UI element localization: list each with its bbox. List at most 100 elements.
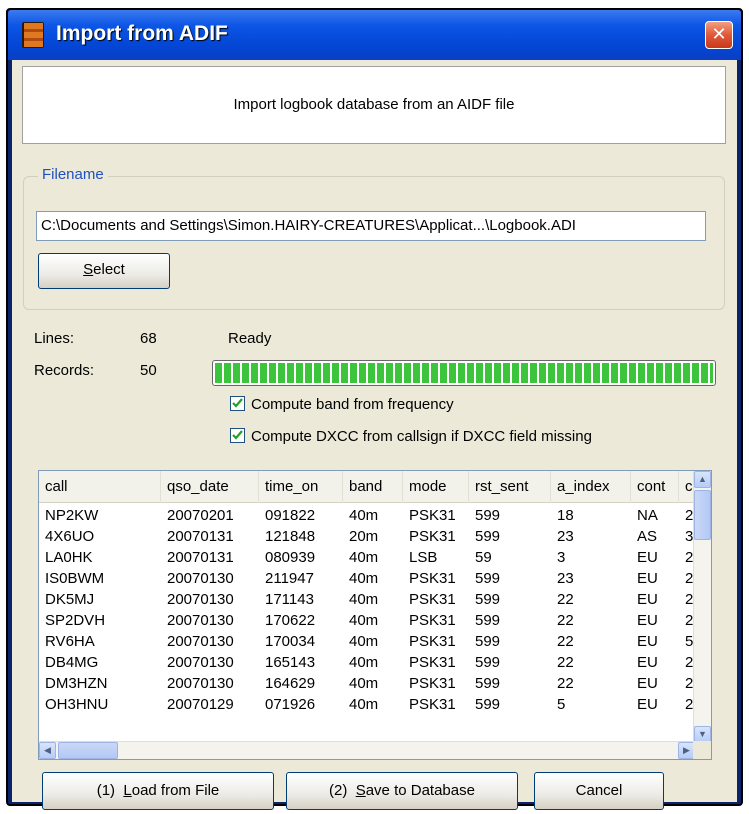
status-text: Ready — [228, 330, 272, 347]
column-header[interactable]: mode — [403, 471, 469, 503]
table-cell: 22 — [557, 654, 574, 671]
table-cell: PSK31 — [409, 507, 456, 524]
table-cell: DB4MG — [45, 654, 99, 671]
table-row[interactable]: OH3HNU 20070129 071926 40m PSK31 599 5 EU 2 — [39, 694, 695, 715]
save-hotkey: S — [355, 782, 366, 799]
table-cell: DK5MJ — [45, 591, 95, 608]
lines-value: 68 — [140, 330, 157, 347]
title-bar[interactable]: Import from ADIF ✕ — [8, 10, 741, 60]
table-cell: PSK31 — [409, 654, 456, 671]
table-cell: EU — [637, 696, 658, 713]
table-row[interactable]: DK5MJ 20070130 171143 40m PSK31 599 22 EU 2 — [39, 589, 695, 610]
table-cell: EU — [637, 654, 658, 671]
checkmark-icon — [230, 396, 245, 411]
table-cell: PSK31 — [409, 612, 456, 629]
table-cell: 4X6UO — [45, 528, 95, 545]
table-cell: 40m — [349, 570, 379, 587]
load-hotkey: L — [123, 782, 132, 799]
table-row[interactable]: NP2KW 20070201 091822 40m PSK31 599 18 NA 2 — [39, 505, 695, 526]
scroll-left-icon[interactable]: ◀ — [39, 742, 56, 759]
table-cell: SP2DVH — [45, 612, 106, 629]
table-cell: 20070201 — [167, 507, 234, 524]
table-row[interactable]: DM3HZN 20070130 164629 40m PSK31 599 22 EU 2 — [39, 673, 695, 694]
table-cell: 599 — [475, 507, 501, 524]
table-cell: NA — [637, 507, 658, 524]
select-button[interactable]: Select — [38, 253, 170, 289]
hscroll-thumb[interactable] — [58, 742, 118, 759]
table-cell: 40m — [349, 612, 379, 629]
horizontal-scrollbar[interactable]: ◀ ▶ — [39, 741, 695, 759]
table-cell: 40m — [349, 633, 379, 650]
select-hotkey: S — [83, 261, 94, 278]
table-cell: 211947 — [265, 570, 314, 587]
column-header[interactable]: a_index — [551, 471, 631, 503]
save-to-database-button[interactable]: (2) Save to Database — [286, 772, 518, 810]
table-cell: IS0BWM — [45, 570, 105, 587]
table-cell: 599 — [475, 612, 501, 629]
close-icon: ✕ — [711, 24, 727, 44]
table-cell: 22 — [557, 591, 574, 608]
table-cell: EU — [637, 591, 658, 608]
table-row[interactable]: SP2DVH 20070130 170622 40m PSK31 599 22 EU 2 — [39, 610, 695, 631]
table-cell: 170622 — [265, 612, 316, 629]
vertical-scrollbar[interactable]: ▲ ▼ — [693, 471, 711, 743]
column-header[interactable]: band — [343, 471, 403, 503]
table-cell: DM3HZN — [45, 675, 108, 692]
table-cell: 18 — [557, 507, 574, 524]
table-cell: PSK31 — [409, 633, 456, 650]
table-header: call qso_date time_on band mode rst_sent a_ind… — [39, 471, 695, 503]
select-label: elect — [93, 261, 125, 278]
column-header[interactable]: rst_sent — [469, 471, 551, 503]
compute-band-checkbox[interactable]: Compute band from frequency — [230, 396, 454, 413]
column-header[interactable]: cont — [631, 471, 679, 503]
load-prefix: (1) — [96, 782, 116, 799]
table-cell: 59 — [475, 549, 492, 566]
filename-field[interactable]: C:\Documents and Settings\Simon.HAIRY-CR… — [36, 211, 706, 241]
table-row[interactable]: LA0HK 20070131 080939 40m LSB 59 3 EU 2 — [39, 547, 695, 568]
table-cell: 40m — [349, 696, 379, 713]
table-cell: 20070130 — [167, 570, 234, 587]
close-button[interactable]: ✕ — [705, 21, 733, 49]
table-row[interactable]: IS0BWM 20070130 211947 40m PSK31 599 23 EU 2 — [39, 568, 695, 589]
table-cell: 20m — [349, 528, 379, 545]
table-cell: 20070130 — [167, 633, 234, 650]
table-cell: 599 — [475, 696, 501, 713]
table-row[interactable]: RV6HA 20070130 170034 40m PSK31 599 22 EU 5 — [39, 631, 695, 652]
table-cell: AS — [637, 528, 658, 545]
table-cell: 171143 — [265, 591, 314, 608]
checkmark-icon — [230, 428, 245, 443]
compute-band-label: Compute band from frequency — [251, 396, 454, 413]
progress-bar — [212, 360, 716, 386]
table-cell: EU — [637, 633, 658, 650]
table-cell: 599 — [475, 591, 501, 608]
table-cell: PSK31 — [409, 696, 456, 713]
table-cell: 20070130 — [167, 591, 234, 608]
table-cell: 40m — [349, 675, 379, 692]
table-cell: RV6HA — [45, 633, 95, 650]
table-row[interactable]: 4X6UO 20070131 121848 20m PSK31 599 23 AS 3 — [39, 526, 695, 547]
table-cell: PSK31 — [409, 675, 456, 692]
compute-dxcc-checkbox[interactable]: Compute DXCC from callsign if DXCC field… — [230, 428, 592, 445]
column-header[interactable]: call — [39, 471, 161, 503]
load-from-file-button[interactable]: (1) Load from File — [42, 772, 274, 810]
table-cell: 5 — [557, 696, 566, 713]
table-cell: EU — [637, 570, 658, 587]
save-label: ave to Database — [365, 782, 475, 799]
column-header[interactable]: time_on — [259, 471, 343, 503]
scroll-up-icon[interactable]: ▲ — [694, 471, 711, 488]
table-cell: 121848 — [265, 528, 316, 545]
table-cell: PSK31 — [409, 528, 456, 545]
table-cell: EU — [637, 612, 658, 629]
cancel-button[interactable]: Cancel — [534, 772, 664, 810]
column-header[interactable]: qso_date — [161, 471, 259, 503]
table-cell: 599 — [475, 570, 501, 587]
table-cell: 40m — [349, 507, 379, 524]
table-cell: 599 — [475, 675, 501, 692]
table-cell: 22 — [557, 675, 574, 692]
table-cell: 20070131 — [167, 549, 234, 566]
records-label: Records: — [34, 362, 95, 379]
description-banner: Import logbook database from an AIDF fil… — [22, 66, 726, 144]
scroll-thumb[interactable] — [694, 490, 711, 540]
table-row[interactable]: DB4MG 20070130 165143 40m PSK31 599 22 EU 2 — [39, 652, 695, 673]
records-table[interactable]: call qso_date time_on band mode rst_sent a_ind… — [38, 470, 712, 760]
